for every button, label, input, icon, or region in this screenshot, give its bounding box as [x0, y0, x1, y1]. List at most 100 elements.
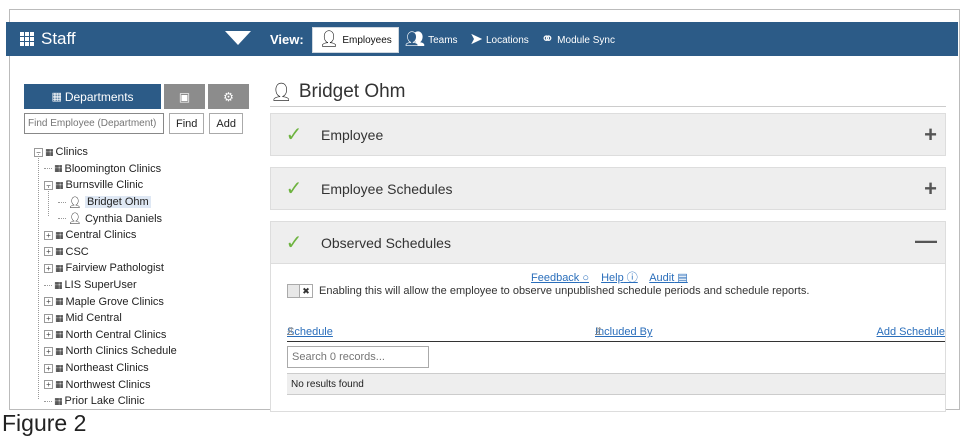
tree-item-label: Central Clinics: [65, 229, 137, 242]
building-icon: ▦: [55, 179, 63, 190]
tree-item-department[interactable]: + ▦ Northeast Clinics: [24, 360, 262, 377]
collapse-minus-icon[interactable]: —: [915, 228, 937, 254]
find-employee-input[interactable]: [24, 113, 164, 134]
schedule-table-header: ⇵ Schedule ⇵ Included By Add Schedule: [287, 326, 945, 342]
tree-connector: [58, 218, 66, 220]
tree-item-department[interactable]: + ▦ Fairview Pathologist: [24, 260, 262, 277]
tree-item-department[interactable]: + ▦ Mid Central: [24, 310, 262, 327]
tree-item-label: North Clinics Schedule: [65, 345, 177, 358]
expand-icon[interactable]: +: [44, 263, 53, 273]
building-icon: ▦: [55, 362, 63, 373]
tree-item-label: Mid Central: [65, 312, 122, 325]
empty-table-row: No results found: [287, 373, 945, 395]
tab-employees-label: Employees: [342, 34, 392, 46]
tree-guide-line: [48, 186, 49, 216]
title-divider: [270, 106, 946, 107]
tree-item-department[interactable]: − ▦ Clinics: [24, 144, 262, 161]
tab-person-settings[interactable]: ⚙: [208, 84, 249, 109]
tree-item-person[interactable]: 👤︎ Cynthia Daniels: [24, 210, 262, 227]
tree-item-department[interactable]: − ▦ Burnsville Clinic: [24, 177, 262, 194]
close-icon: ✖: [299, 285, 312, 297]
app-menu-chevron-down-icon[interactable]: [225, 31, 251, 45]
tree-guide-line: [38, 154, 39, 399]
tree-connector: [58, 201, 66, 203]
tree-item-label: Maple Grove Clinics: [65, 295, 164, 308]
tree-item-department[interactable]: + ▦ Maple Grove Clinics: [24, 293, 262, 310]
tab-departments-label: Departments: [64, 89, 134, 104]
building-icon: ▦: [45, 146, 53, 157]
tab-module-sync[interactable]: ⚭ Module Sync: [535, 27, 621, 53]
tab-module-sync-label: Module Sync: [557, 34, 615, 46]
feedback-link[interactable]: Feedback ○: [531, 272, 589, 284]
tree-item-department[interactable]: + ▦ Northwest Clinics: [24, 376, 262, 393]
tab-teams[interactable]: 👥︎ Teams: [399, 27, 464, 53]
tree-item-label: Clinics: [55, 146, 88, 159]
tree-item-department[interactable]: ▦ Prior Lake Clinic: [24, 393, 262, 410]
expand-icon[interactable]: +: [44, 363, 53, 373]
sort-icon: ⇵: [287, 326, 294, 335]
expand-icon[interactable]: +: [44, 313, 53, 323]
tab-employees[interactable]: 👤︎ Employees: [312, 27, 399, 53]
employee-schedules-panel-header[interactable]: ✓ Employee Schedules +: [270, 167, 946, 210]
tree-connector: [44, 400, 52, 402]
building-icon: ▦: [54, 395, 62, 406]
tree-item-department[interactable]: + ▦ CSC: [24, 244, 262, 261]
col-schedule-header[interactable]: ⇵ Schedule: [287, 326, 333, 338]
audit-link[interactable]: Audit ▤: [649, 272, 688, 284]
observed-schedules-panel-header[interactable]: ✓ Observed Schedules —: [270, 221, 946, 264]
observe-unpublished-row: ✖ Enabling this will allow the employee …: [287, 284, 809, 298]
observe-unpublished-toggle[interactable]: ✖: [287, 284, 313, 298]
check-icon: ✓: [285, 178, 303, 200]
find-button[interactable]: Find: [169, 113, 205, 134]
tree-item-department[interactable]: ▦ LIS SuperUser: [24, 277, 262, 294]
building-icon: ▦: [54, 163, 62, 174]
tab-locations[interactable]: ➤ Locations: [464, 27, 535, 53]
check-icon: ✓: [285, 232, 303, 254]
add-button[interactable]: Add: [209, 113, 243, 134]
expand-icon[interactable]: +: [44, 346, 53, 356]
building-icon: ▦: [55, 312, 63, 323]
expand-icon[interactable]: +: [44, 330, 53, 340]
link-icon: ⚭: [540, 31, 555, 48]
tab-briefcase[interactable]: ▣: [164, 84, 205, 109]
employee-panel-header[interactable]: ✓ Employee +: [270, 113, 946, 156]
person-icon: 👤︎: [68, 213, 82, 226]
location-arrow-icon: ➤: [469, 31, 483, 48]
help-link[interactable]: Help ⓘ: [601, 272, 638, 284]
tree-item-department[interactable]: + ▦ Central Clinics: [24, 227, 262, 244]
expand-icon[interactable]: +: [44, 297, 53, 307]
tab-departments[interactable]: ▦ Departments: [24, 84, 161, 109]
expand-icon[interactable]: +: [44, 247, 53, 257]
tree-item-label: Northwest Clinics: [65, 378, 151, 391]
tree-item-label: Bridget Ohm: [84, 196, 151, 209]
building-icon: ▦: [55, 246, 63, 257]
page-title: 👤︎ Bridget Ohm: [270, 80, 946, 104]
search-records-input[interactable]: [287, 346, 429, 368]
observed-schedules-panel-title: Observed Schedules: [321, 234, 451, 251]
tree-connector: [44, 168, 52, 170]
tree-item-department[interactable]: + ▦ North Clinics Schedule: [24, 343, 262, 360]
employee-search-row: Find Add: [24, 113, 262, 135]
add-schedule-link[interactable]: Add Schedule: [877, 326, 946, 338]
observed-schedules-panel-body: Feedback ○ Help ⓘ Audit ▤ ✖ Enabling thi…: [270, 264, 946, 412]
expand-plus-icon[interactable]: +: [924, 122, 937, 148]
building-icon: ▦: [54, 279, 62, 290]
expand-icon[interactable]: +: [44, 230, 53, 240]
tree-item-person[interactable]: 👤︎ Bridget Ohm: [24, 194, 262, 211]
tree-item-label: Fairview Pathologist: [65, 262, 164, 275]
expand-plus-icon[interactable]: +: [924, 176, 937, 202]
tree-item-label: Northeast Clinics: [65, 362, 149, 375]
tree-item-department[interactable]: + ▦ North Central Clinics: [24, 327, 262, 344]
app-title[interactable]: Staff: [20, 26, 76, 52]
employee-panel-title: Employee: [321, 126, 384, 143]
top-navigation-bar: Staff View: 👤︎ Employees 👥︎ Teams ➤ Loca…: [6, 22, 958, 56]
briefcase-icon: ▣: [178, 89, 191, 104]
view-tabs: 👤︎ Employees 👥︎ Teams ➤ Locations ⚭ Modu…: [312, 26, 621, 54]
building-icon: ▦: [55, 345, 63, 356]
sort-icon: ⇵: [595, 326, 602, 335]
tree-item-department[interactable]: ▦ Bloomington Clinics: [24, 161, 262, 178]
building-icon: ▦: [55, 329, 63, 340]
person-icon: 👤︎: [68, 196, 82, 209]
expand-icon[interactable]: +: [44, 380, 53, 390]
col-included-by-header[interactable]: ⇵ Included By: [595, 326, 652, 338]
